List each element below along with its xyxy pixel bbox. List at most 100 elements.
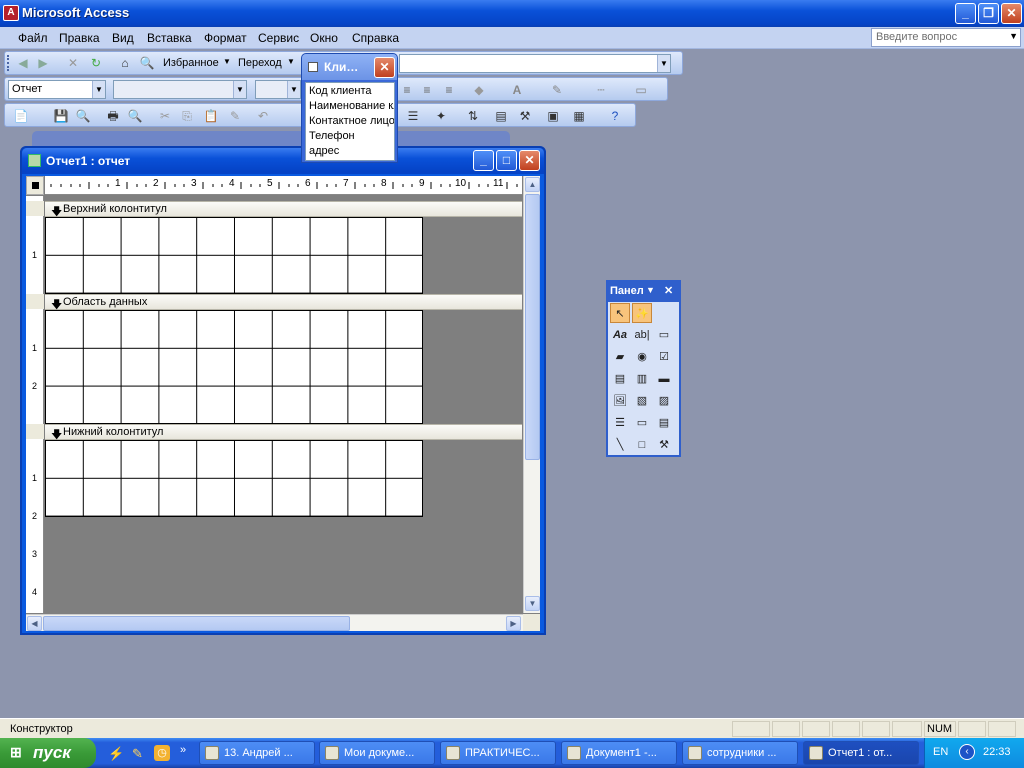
menu-insert[interactable]: Вставка (147, 31, 192, 45)
detail-section-bar[interactable]: 🡇 Область данных (45, 294, 522, 311)
chevron-left-icon[interactable]: ‹ (959, 744, 975, 760)
report-window-caption[interactable]: Отчет1 : отчет _ □ ✕ (22, 148, 544, 174)
scroll-up-button[interactable]: ▲ (525, 177, 540, 192)
background-window-caption[interactable] (32, 131, 510, 147)
toolbox-caption[interactable]: Панел ▼ ✕ (608, 282, 679, 302)
field-list-caption[interactable]: Кли… ✕ (302, 54, 397, 80)
section-selector[interactable] (26, 294, 44, 309)
check-box-tool[interactable]: ☑ (654, 347, 674, 367)
report-maximize-button[interactable]: □ (496, 150, 517, 171)
cut-icon[interactable]: ✂ (157, 108, 173, 124)
unbound-object-frame-tool[interactable]: ▧ (632, 391, 652, 411)
option-button-tool[interactable]: ◉ (632, 347, 652, 367)
font-size-combo[interactable]: ▼ (255, 80, 301, 99)
properties-icon[interactable]: ▤ (493, 108, 509, 124)
subform-tool[interactable]: ▤ (654, 413, 674, 433)
taskbar-item[interactable]: ПРАКТИЧЕС... (440, 741, 556, 765)
chevron-down-icon[interactable]: ▼ (287, 57, 295, 66)
label-tool[interactable]: Aa (610, 325, 630, 345)
maximize-button[interactable]: ❐ (978, 3, 999, 24)
chevron-down-icon[interactable]: ▼ (657, 55, 670, 72)
forward-icon[interactable]: ▶ (35, 55, 51, 71)
page-break-tool[interactable]: ☰ (610, 413, 630, 433)
quicklaunch-icon[interactable]: ⚡ (108, 746, 124, 762)
section-selector[interactable] (26, 201, 44, 216)
chevron-down-icon[interactable]: ▼ (92, 81, 105, 98)
field-list-item[interactable]: адрес (309, 145, 339, 157)
quicklaunch-icon[interactable]: ✎ (132, 746, 143, 762)
chevron-down-icon[interactable]: ▼ (287, 81, 300, 98)
taskbar-item-active[interactable]: Отчет1 : от... (803, 741, 919, 765)
align-center-icon[interactable]: ≡ (399, 82, 415, 98)
align-justify-icon[interactable]: ≡ (441, 82, 457, 98)
paste-icon[interactable]: 📋 (203, 108, 219, 124)
chevron-down-icon[interactable]: ▼ (233, 81, 246, 98)
access-app-icon[interactable]: A (3, 5, 19, 21)
build-icon[interactable]: ⚒ (517, 108, 533, 124)
vertical-scrollbar[interactable]: ▲ ▼ (523, 176, 540, 613)
taskbar-item[interactable]: Документ1 -... (561, 741, 677, 765)
menu-file[interactable]: Файл (18, 31, 48, 45)
taskbar-item[interactable]: Мои докуме... (319, 741, 435, 765)
font-name-combo[interactable]: ▼ (113, 80, 247, 99)
field-list-item[interactable]: Телефон (309, 130, 355, 142)
undo-icon[interactable]: ↶ (255, 108, 271, 124)
control-wizards-tool[interactable]: ✨ (632, 303, 652, 323)
clock-app-icon[interactable]: ◷ (154, 745, 170, 761)
taskbar-item[interactable]: сотрудники ... (682, 741, 798, 765)
section-selector[interactable] (26, 424, 44, 439)
page-footer-section-bar[interactable]: 🡇 Нижний колонтитул (45, 424, 522, 441)
object-combo[interactable]: Отчет ▼ (8, 80, 106, 99)
list-box-tool[interactable]: ▥ (632, 369, 652, 389)
select-objects-tool[interactable]: ↖ (610, 303, 630, 323)
print-icon[interactable]: 🖶 (105, 108, 121, 124)
toolbox-icon[interactable]: ✦ (433, 108, 449, 124)
scroll-down-button[interactable]: ▼ (525, 596, 540, 611)
page-footer-grid[interactable] (45, 440, 423, 517)
print-preview-icon[interactable]: 🔍 (127, 108, 143, 124)
image-tool[interactable]: 🖼 (610, 391, 630, 411)
special-effect-icon[interactable]: ▭ (633, 82, 649, 98)
new-object-icon[interactable]: ▦ (571, 108, 587, 124)
search-file-icon[interactable]: 🔍 (75, 108, 91, 124)
combo-box-tool[interactable]: ▤ (610, 369, 630, 389)
minimize-button[interactable]: _ (955, 3, 976, 24)
report-close-button[interactable]: ✕ (519, 150, 540, 171)
menu-view[interactable]: Вид (112, 31, 134, 45)
address-combo[interactable]: ▼ (399, 54, 671, 73)
start-button[interactable]: ⊞ пуск (0, 738, 96, 768)
toggle-button-tool[interactable]: ▰ (610, 347, 630, 367)
close-icon[interactable]: ✕ (664, 284, 673, 297)
home-icon[interactable]: ⌂ (117, 55, 133, 71)
bound-object-frame-tool[interactable]: ▨ (654, 391, 674, 411)
menu-format[interactable]: Формат (204, 31, 247, 45)
align-right-icon[interactable]: ≡ (419, 82, 435, 98)
vertical-scroll-thumb[interactable] (525, 194, 540, 460)
refresh-icon[interactable]: ↻ (88, 55, 104, 71)
detail-grid[interactable] (45, 310, 423, 424)
copy-icon[interactable]: ⎘ (179, 108, 195, 124)
menu-window[interactable]: Окно (310, 31, 338, 45)
taskbar-item[interactable]: 13. Андрей ... (199, 741, 315, 765)
textbox-tool[interactable]: ab| (632, 325, 652, 345)
report-minimize-button[interactable]: _ (473, 150, 494, 171)
sorting-grouping-icon[interactable]: ⇅ (465, 108, 481, 124)
language-indicator[interactable]: EN (933, 746, 948, 758)
field-list-close-button[interactable]: ✕ (374, 57, 395, 78)
field-list-item[interactable]: Контактное лицо (309, 115, 394, 127)
database-window-icon[interactable]: ▣ (545, 108, 561, 124)
chevron-down-icon[interactable]: ▼ (1009, 31, 1018, 41)
option-group-tool[interactable]: ▭ (654, 325, 674, 345)
rectangle-tool[interactable]: □ (632, 435, 652, 455)
view-icon[interactable]: 📄 (13, 108, 29, 124)
back-icon[interactable]: ◀ (15, 55, 31, 71)
close-button[interactable]: ✕ (1001, 3, 1022, 24)
more-controls-tool[interactable]: ⚒ (654, 435, 674, 455)
line-color-icon[interactable]: ✎ (549, 82, 565, 98)
horizontal-scroll-thumb[interactable] (43, 616, 350, 631)
stop-icon[interactable]: ✕ (65, 55, 81, 71)
help-question-input[interactable]: Введите вопрос ▼ (871, 28, 1021, 47)
fill-color-icon[interactable]: ◆ (471, 82, 487, 98)
horizontal-ruler[interactable]: 1 2 3 4 5 6 7 8 9 10 11 (45, 176, 522, 195)
line-width-icon[interactable]: ┄ (593, 82, 609, 98)
